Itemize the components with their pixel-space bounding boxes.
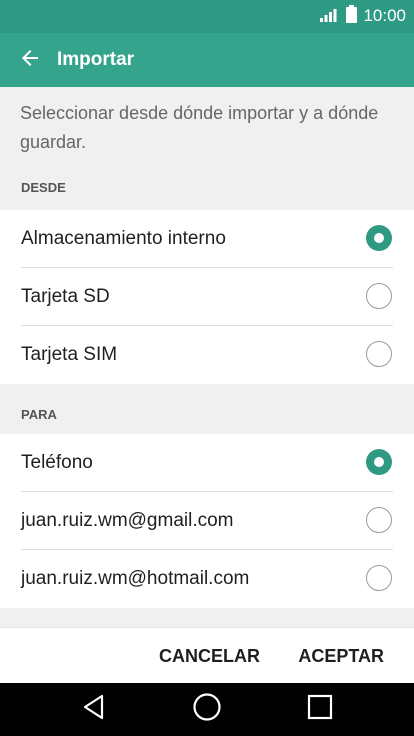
option-label: Almacenamiento interno: [21, 228, 226, 249]
status-time: 10:00: [363, 6, 406, 25]
source-list: Almacenamiento interno Tarjeta SD Tarjet…: [0, 210, 414, 384]
description-text: Seleccionar desde dónde importar y a dón…: [20, 103, 379, 152]
radio-selected[interactable]: [366, 225, 392, 251]
section-header-desde: DESDE: [21, 180, 66, 195]
option-almacenamiento-interno[interactable]: Almacenamiento interno: [0, 210, 414, 268]
nav-recents-button[interactable]: [302, 691, 338, 727]
dialog-actions: CANCELAR ACEPTAR: [0, 627, 414, 683]
radio-unselected[interactable]: [366, 283, 392, 309]
status-icons: 10:00: [320, 4, 406, 28]
radio-unselected[interactable]: [366, 565, 392, 591]
nav-back-button[interactable]: [76, 691, 112, 727]
option-label: Teléfono: [21, 452, 93, 473]
section-header-para: PARA: [21, 407, 57, 422]
arrow-left-icon: [18, 46, 42, 75]
nav-recents-icon: [306, 693, 334, 726]
radio-unselected[interactable]: [366, 341, 392, 367]
section-divider: [0, 384, 414, 396]
content: Seleccionar desde dónde importar y a dón…: [0, 87, 414, 608]
cancel-button[interactable]: CANCELAR: [159, 628, 260, 684]
option-label: Tarjeta SIM: [21, 344, 118, 365]
radio-unselected[interactable]: [366, 507, 392, 533]
page-title: Importar: [57, 49, 135, 70]
signal-icon: [320, 6, 340, 27]
option-gmail-account[interactable]: juan.ruiz.wm@gmail.com: [0, 492, 414, 550]
option-label: juan.ruiz.wm@hotmail.com: [21, 568, 250, 589]
back-button[interactable]: [8, 38, 52, 82]
destination-list: Teléfono juan.ruiz.wm@gmail.com juan.rui…: [0, 434, 414, 608]
option-tarjeta-sd[interactable]: Tarjeta SD: [0, 268, 414, 326]
status-bar: 10:00: [0, 0, 414, 33]
accept-button[interactable]: ACEPTAR: [298, 628, 384, 684]
option-telefono[interactable]: Teléfono: [0, 434, 414, 492]
app-bar: Importar: [0, 33, 414, 87]
radio-selected[interactable]: [366, 449, 392, 475]
option-hotmail-account[interactable]: juan.ruiz.wm@hotmail.com: [0, 550, 414, 608]
nav-home-icon: [192, 692, 222, 727]
nav-home-button[interactable]: [189, 691, 225, 727]
option-tarjeta-sim[interactable]: Tarjeta SIM: [0, 326, 414, 384]
nav-back-icon: [80, 693, 108, 726]
battery-icon: [346, 4, 358, 28]
option-label: juan.ruiz.wm@gmail.com: [21, 510, 234, 531]
navigation-bar: [0, 683, 414, 736]
option-label: Tarjeta SD: [21, 286, 110, 307]
